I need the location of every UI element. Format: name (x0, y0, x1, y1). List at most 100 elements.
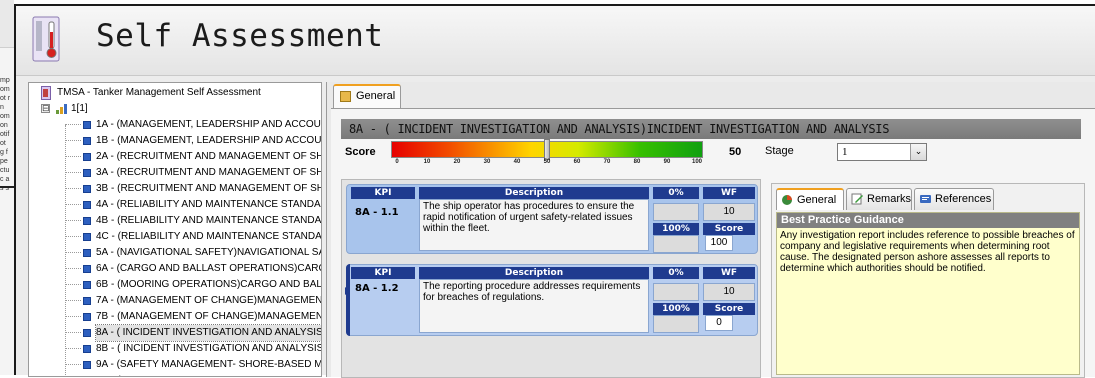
tree-item[interactable]: 9B - (SAFETY MANAGEMENT- SHIP- BASED MON… (29, 373, 321, 376)
section-heading: 8A - ( INCIDENT INVESTIGATION AND ANALYS… (341, 119, 1081, 139)
tree-connector (65, 349, 81, 365)
wf-value: 10 (703, 283, 755, 301)
kpi-header: KPI (351, 267, 415, 279)
hundred-percent-header: 100% (653, 223, 699, 235)
score-tick-label: 60 (573, 159, 581, 165)
background-text-fragment: pe (0, 158, 8, 165)
score-header: Score (703, 223, 755, 235)
score-tick-label: 20 (453, 159, 461, 165)
best-practice-text: Any investigation report includes refere… (780, 230, 1075, 274)
kpi-square-icon (83, 233, 91, 241)
score-tick-label: 10 (423, 159, 431, 165)
background-text-fragment: ot (0, 140, 6, 147)
tree-connector (65, 237, 81, 253)
tree-item-label: 8B - ( INCIDENT INVESTIGATION AND ANALYS… (96, 343, 322, 354)
tree-connector (65, 365, 81, 376)
kpi-score-input[interactable]: 0 (705, 315, 733, 331)
tree-connector (65, 157, 81, 173)
background-divider (0, 186, 14, 188)
tree-connector (65, 301, 81, 317)
tree-root[interactable]: TMSA - Tanker Management Self Assessment (29, 85, 319, 101)
zero-percent-header: 0% (653, 187, 699, 199)
chevron-down-icon[interactable]: ⌄ (910, 144, 926, 160)
kpi-square-icon (83, 297, 91, 305)
hundred-percent-box (653, 235, 699, 253)
hundred-percent-header: 100% (653, 303, 699, 315)
tree-item-label: 7B - (MANAGEMENT OF CHANGE)MANAGEMENT (96, 311, 322, 322)
general-tab-body: 8A - ( INCIDENT INVESTIGATION AND ANALYS… (331, 108, 1095, 378)
edit-note-icon (851, 193, 863, 205)
references-icon (920, 195, 931, 203)
tree-item-label: 4A - (RELIABILITY AND MAINTENANCE STANDA… (96, 199, 322, 210)
background-window: mp om ot r n om on otif ot g f pe ctu c as s (0, 0, 14, 375)
wf-value: 10 (703, 203, 755, 221)
tree-connector (65, 317, 81, 333)
kpi-square-icon (83, 329, 91, 337)
hundred-percent-box (653, 315, 699, 333)
best-practice-box: Best Practice Guidance Any investigation… (776, 212, 1080, 375)
tree-connector (65, 253, 81, 269)
background-text-fragment: ctu (0, 167, 10, 174)
kpi-card-2[interactable]: KPI Description 0% WF 8A - 1.2 The repor… (345, 264, 758, 336)
tree-connector (65, 333, 81, 349)
kpi-square-icon (83, 361, 91, 369)
best-practice-title: Best Practice Guidance (777, 213, 1079, 228)
tab-guidance-general[interactable]: General (776, 188, 844, 210)
wf-header: WF (703, 267, 755, 279)
description-header: Description (419, 187, 649, 199)
background-text-fragment: ot r (0, 95, 11, 102)
row-pointer-icon (345, 287, 350, 295)
kpi-square-icon (83, 137, 91, 145)
score-value: 50 (729, 146, 742, 158)
kpi-tree[interactable]: TMSA - Tanker Management Self Assessment… (28, 82, 322, 377)
tree-connector (65, 269, 81, 285)
tree-connector (65, 221, 81, 237)
tab-remarks-label: Remarks (867, 193, 912, 205)
tree-item-label: 4B - (RELIABILITY AND MAINTENANCE STANDA… (96, 215, 322, 226)
page-title: Self Assessment (96, 18, 384, 54)
tree-item-label: 2A - (RECRUITMENT AND MANAGEMENT OF SHO (96, 151, 322, 162)
background-text-fragment: otif (0, 131, 10, 138)
kpi-square-icon (83, 345, 91, 353)
detail-panel: General 8A - ( INCIDENT INVESTIGATION AN… (326, 82, 1095, 378)
tab-references[interactable]: References (914, 188, 994, 210)
background-text-fragment: mp (0, 77, 10, 84)
tree-connector (65, 125, 81, 141)
tree-item-label: 6B - (MOORING OPERATIONS)CARGO AND BALL (96, 279, 322, 290)
tab-remarks[interactable]: Remarks (846, 188, 912, 210)
score-tick-label: 90 (663, 159, 671, 165)
background-text-fragment: n (0, 104, 4, 111)
tab-general[interactable]: General (333, 84, 401, 108)
zero-percent-box (653, 203, 699, 221)
kpi-score-input[interactable]: 100 (705, 235, 733, 251)
tree-connector (65, 141, 81, 157)
pie-chart-icon (782, 195, 792, 205)
kpi-id: 8A - 1.1 (355, 207, 399, 218)
score-slider-thumb[interactable] (544, 139, 550, 160)
tab-general-label: General (356, 90, 396, 102)
background-text-fragment: on (0, 122, 8, 129)
background-text-fragment: om (0, 113, 10, 120)
self-assessment-window: Self Assessment TMSA - Tanker Management… (14, 4, 1095, 378)
tree-connector (65, 189, 81, 205)
kpi-square-icon (83, 153, 91, 161)
kpi-header: KPI (351, 187, 415, 199)
score-tick-label: 50 (543, 159, 551, 165)
kpi-square-icon (83, 249, 91, 257)
stage-select[interactable]: 1 ⌄ (837, 143, 927, 161)
kpi-square-icon (83, 281, 91, 289)
tree-connector (65, 285, 81, 301)
score-tick-label: 30 (483, 159, 491, 165)
thermometer-icon (32, 16, 60, 62)
tree-item-label: 4C - (RELIABILITY AND MAINTENANCE STANDA… (96, 231, 322, 242)
background-text-fragment: c a (0, 176, 10, 183)
tree-item-label: 8A - ( INCIDENT INVESTIGATION AND ANALYS… (95, 324, 321, 342)
guidance-panel: General Remarks References Best Practice… (771, 183, 1085, 378)
score-tick-label: 70 (603, 159, 611, 165)
kpi-square-icon (83, 265, 91, 273)
collapse-icon[interactable]: ⊟ (41, 104, 50, 113)
score-tick-label: 80 (633, 159, 641, 165)
kpi-card-1[interactable]: KPI Description 0% WF 8A - 1.1 The ship … (346, 184, 758, 254)
tree-item-label: 6A - (CARGO AND BALLAST OPERATIONS)CARG (96, 263, 322, 274)
tab-guidance-general-label: General (797, 194, 837, 206)
